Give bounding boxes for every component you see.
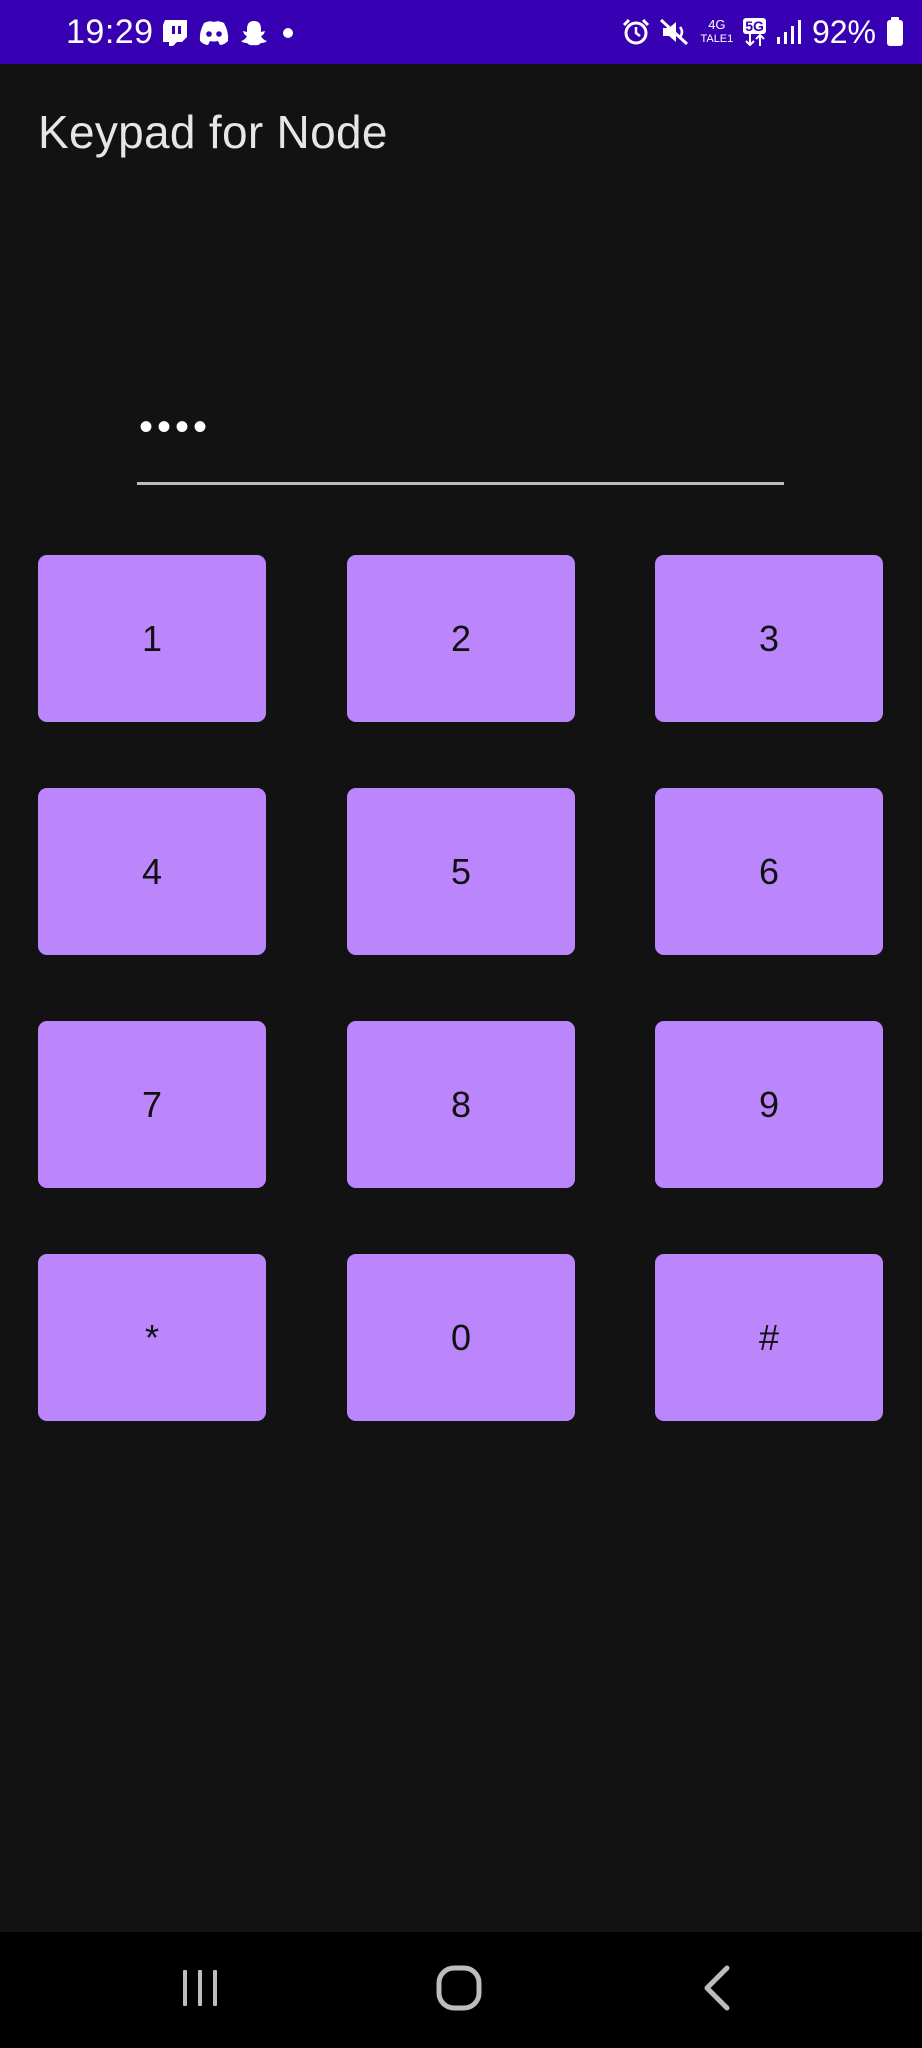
key-hash-button[interactable]: # [655,1254,883,1421]
back-icon [699,1964,735,2017]
key-star-button[interactable]: * [38,1254,266,1421]
key-5-button[interactable]: 5 [347,788,575,955]
back-button[interactable] [682,1960,752,2020]
alarm-icon [622,18,650,46]
5g-label: 5G [743,18,766,34]
4g-sub-label: TALE1 [700,33,734,45]
pin-value: •••• [139,405,212,449]
key-8-button[interactable]: 8 [347,1021,575,1188]
status-bar: 19:29 4G TALE1 5G 92% [0,0,922,64]
notification-dot-icon [278,23,298,43]
twitch-icon [162,19,188,47]
4g-icon: 4G TALE1 [700,18,733,46]
key-7-button[interactable]: 7 [38,1021,266,1188]
discord-icon [198,20,230,46]
home-icon [435,1964,483,2017]
app-title: Keypad for Node [38,106,388,158]
pin-input[interactable]: •••• [137,392,784,485]
5g-icon: 5G [743,18,766,46]
key-0-button[interactable]: 0 [347,1254,575,1421]
home-button[interactable] [424,1960,494,2020]
screen: 19:29 4G TALE1 5G 92% Keypad for Node ••… [0,0,922,2048]
key-9-button[interactable]: 9 [655,1021,883,1188]
signal-icon [776,19,802,45]
key-6-button[interactable]: 6 [655,788,883,955]
recents-button[interactable] [165,1960,235,2020]
status-left-icons [162,18,298,48]
snapchat-icon [240,19,268,47]
status-right-icons: 4G TALE1 5G 92% [622,12,904,52]
recents-icon [178,1966,222,2015]
key-3-button[interactable]: 3 [655,555,883,722]
key-2-button[interactable]: 2 [347,555,575,722]
key-1-button[interactable]: 1 [38,555,266,722]
battery-icon [886,17,904,47]
status-time: 19:29 [66,13,154,51]
4g-label: 4G [708,17,726,32]
mute-icon [660,18,690,46]
key-4-button[interactable]: 4 [38,788,266,955]
battery-level: 92% [811,14,876,50]
navigation-bar [0,1932,922,2048]
